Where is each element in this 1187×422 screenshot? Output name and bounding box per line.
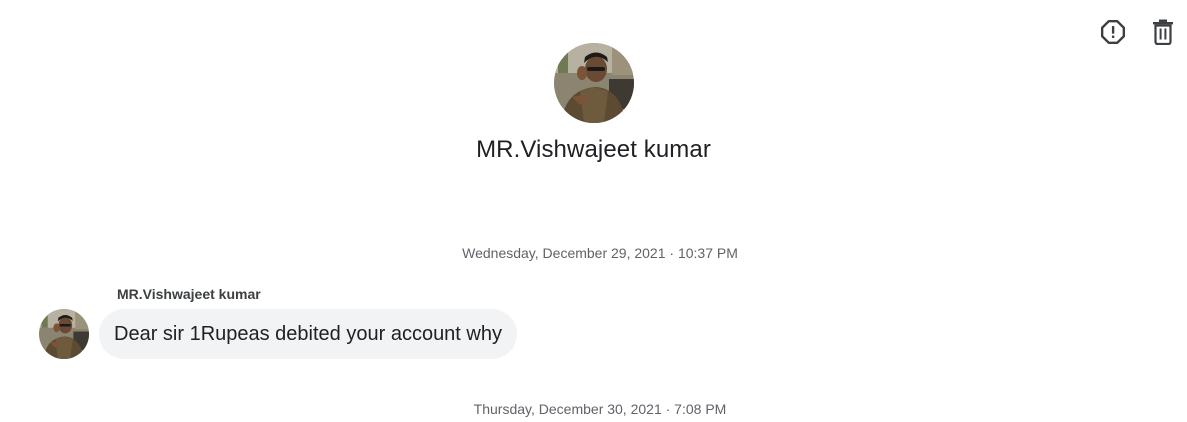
sender-photo	[39, 309, 89, 359]
contact-avatar[interactable]	[553, 43, 634, 123]
message-text: Dear sir 1Rupeas debited your account wh…	[114, 322, 502, 345]
report-spam-icon	[1100, 19, 1126, 45]
message-bubble[interactable]: Dear sir 1Rupeas debited your account wh…	[99, 309, 517, 359]
contact-photo	[553, 43, 634, 123]
message-timestamp: Thursday, December 30, 2021 · 7:08 PM	[473, 401, 727, 417]
trash-icon	[1153, 19, 1173, 45]
contact-name: MR.Vishwajeet kumar	[476, 136, 711, 163]
message-timestamp: Wednesday, December 29, 2021 · 10:37 PM	[462, 245, 738, 261]
sender-avatar[interactable]	[39, 309, 89, 359]
conversation-view: MR.Vishwajeet kumar Wednesday, December …	[0, 0, 1187, 422]
contact-header: MR.Vishwajeet kumar	[0, 43, 1187, 164]
sender-name: MR.Vishwajeet kumar	[117, 286, 261, 302]
